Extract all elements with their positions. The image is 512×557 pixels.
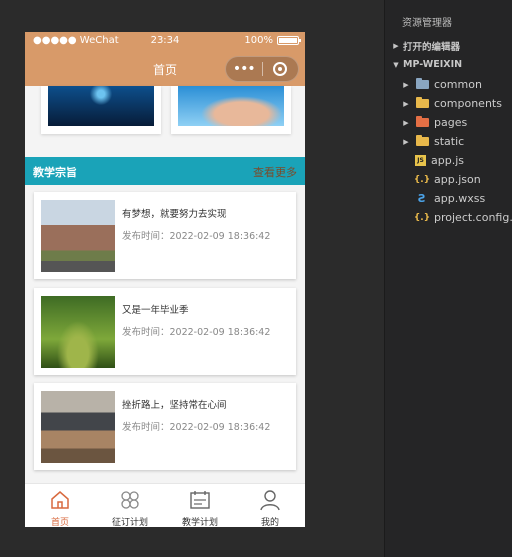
user-icon [260,490,280,511]
folder-icon [415,78,429,91]
open-editors-label: 打开的编辑器 [403,41,461,53]
phone-simulator: ●●●●● WeChat 23:34 100% 首页 ••• 教学宗旨 查看更多… [25,32,305,527]
tab-label: 我的 [260,518,279,527]
tree-item-label: common [434,78,482,91]
tree-item-static[interactable]: ▶ static [385,132,512,151]
folder-icon [415,116,429,129]
folder-icon [415,97,429,110]
tree-item-components[interactable]: ▶ components [385,94,512,113]
tab-home[interactable]: 首页 [25,484,95,527]
list-item[interactable]: 有梦想，就要努力去实现 发布时间：2022-02-09 18:36:42 [34,192,296,279]
tab-order-plan[interactable]: 征订计划 [95,484,165,527]
list-item[interactable]: 又是一年毕业季 发布时间：2022-02-09 18:36:42 [34,288,296,375]
tab-teaching-plan[interactable]: 教学计划 [165,484,235,527]
tab-label: 征订计划 [111,518,148,527]
explorer-title: 资源管理器 [402,18,452,29]
status-right: 100% [244,35,301,46]
tree-item-label: project.config.json [434,211,512,224]
chevron-right-icon: ▶ [403,80,409,89]
tab-label: 首页 [50,518,69,527]
chevron-down-icon: ▼ [393,60,399,69]
css-file-icon: Ƨ [418,192,426,205]
tree-item-label: pages [434,116,468,129]
close-circle-icon [273,62,288,76]
banner-card[interactable] [41,86,161,134]
article-thumbnail [41,391,115,463]
tab-bar: 首页 征订计划 教学计划 我的 [25,483,305,527]
tree-item-app-json[interactable]: {.} app.json [385,170,512,189]
banner-image [178,86,284,126]
view-more-link[interactable]: 查看更多 [253,164,297,180]
battery-icon [277,36,301,45]
chevron-right-icon: ▶ [403,137,409,146]
menu-capsule: ••• [225,56,299,82]
article-title: 挫折路上，坚持常在心间 [122,400,227,411]
simulator-area: ●●●●● WeChat 23:34 100% 首页 ••• 教学宗旨 查看更多… [0,0,384,557]
tree-item-pages[interactable]: ▶ pages [385,113,512,132]
article-date: 发布时间：2022-02-09 18:36:42 [122,231,271,242]
tree-item-app-js[interactable]: JS app.js [385,151,512,170]
json-file-icon: {.} [413,212,431,223]
article-date: 发布时间：2022-02-09 18:36:42 [122,422,271,433]
more-icon[interactable]: ••• [226,62,262,76]
section-header: 教学宗旨 查看更多 [25,157,305,185]
article-thumbnail [41,200,115,272]
article-title: 又是一年毕业季 [122,305,189,316]
article-title: 有梦想，就要努力去实现 [122,209,227,220]
close-button[interactable] [262,62,298,76]
js-file-icon: JS [415,155,426,166]
grid-icon [121,491,139,509]
article-thumbnail [41,296,115,368]
list-item[interactable]: 挫折路上，坚持常在心间 发布时间：2022-02-09 18:36:42 [34,383,296,470]
chevron-right-icon: ▶ [393,41,399,50]
banner-row [25,86,305,166]
tab-mine[interactable]: 我的 [235,484,305,527]
tree-item-project-config[interactable]: {.} project.config.json [385,208,512,227]
calendar-icon [190,491,210,509]
tree-item-label: static [434,135,465,148]
chevron-right-icon: ▶ [403,118,409,127]
home-icon [51,491,69,509]
project-name: MP-WEIXIN [403,59,463,70]
tree-item-common[interactable]: ▶ common [385,75,512,94]
tree-item-label: components [434,97,502,110]
tab-label: 教学计划 [181,518,218,527]
tree-item-label: app.wxss [434,192,486,205]
folder-icon [415,135,429,148]
tree-item-label: app.json [434,173,481,186]
tree-item-label: app.js [431,154,464,167]
tree-item-app-wxss[interactable]: Ƨ app.wxss [385,189,512,208]
nav-bar: 首页 ••• [25,51,305,86]
json-file-icon: {.} [413,174,431,185]
file-explorer: 资源管理器 ▶ 打开的编辑器 ▼ MP-WEIXIN ▶ common ▶ co… [384,0,512,557]
project-section[interactable]: ▼ MP-WEIXIN [385,55,512,74]
article-date: 发布时间：2022-02-09 18:36:42 [122,327,271,338]
open-editors-section[interactable]: ▶ 打开的编辑器 [385,36,512,55]
banner-card[interactable] [171,86,291,134]
banner-image [48,86,154,126]
battery-label: 100% [244,35,273,46]
section-title: 教学宗旨 [33,166,77,179]
chevron-right-icon: ▶ [403,99,409,108]
status-bar: ●●●●● WeChat 23:34 100% [25,32,305,51]
